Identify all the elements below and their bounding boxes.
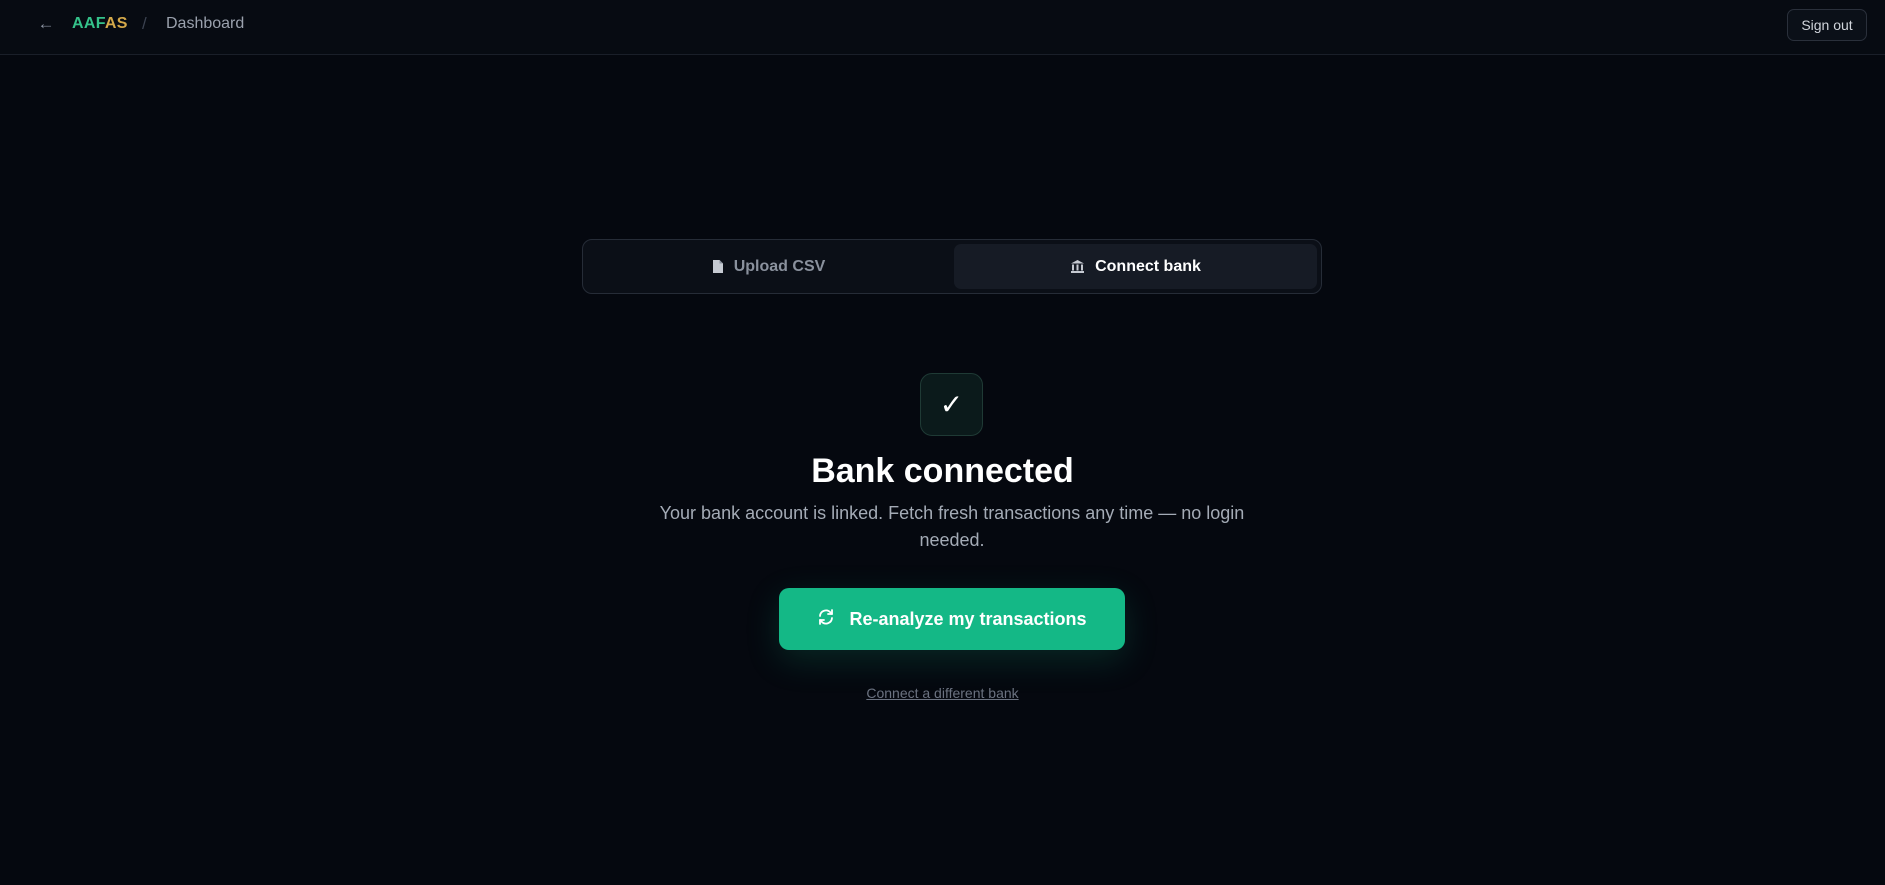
connect-different-bank-link[interactable]: Connect a different bank [0, 685, 1885, 701]
sign-out-button[interactable]: Sign out [1787, 9, 1867, 41]
breadcrumb-dashboard[interactable]: Dashboard [166, 15, 244, 33]
status-description: Your bank account is linked. Fetch fresh… [659, 503, 1245, 550]
bank-icon [1070, 259, 1085, 274]
file-icon [712, 259, 724, 274]
reanalyze-label: Re-analyze my transactions [849, 608, 1087, 629]
breadcrumb-separator: / [142, 14, 147, 33]
tab-label: Connect bank [1095, 257, 1201, 275]
tab-connect-bank[interactable]: Connect bank [954, 244, 1317, 289]
tab-label: Upload CSV [733, 257, 826, 275]
tab-upload-csv[interactable]: Upload CSV [587, 244, 950, 289]
arrow-left-icon[interactable]: ← [36, 14, 56, 34]
source-tabs: Upload CSV Connect bank [582, 239, 1322, 294]
status-title: Bank connected [811, 452, 1074, 490]
reanalyze-button[interactable]: Re-analyze my transactions [779, 588, 1125, 650]
brand-logo[interactable]: AAFAS [72, 15, 128, 33]
check-icon: ✓ [920, 373, 983, 436]
refresh-icon [817, 608, 835, 631]
top-bar: ← AAFAS / Dashboard Sign out [0, 0, 1885, 55]
